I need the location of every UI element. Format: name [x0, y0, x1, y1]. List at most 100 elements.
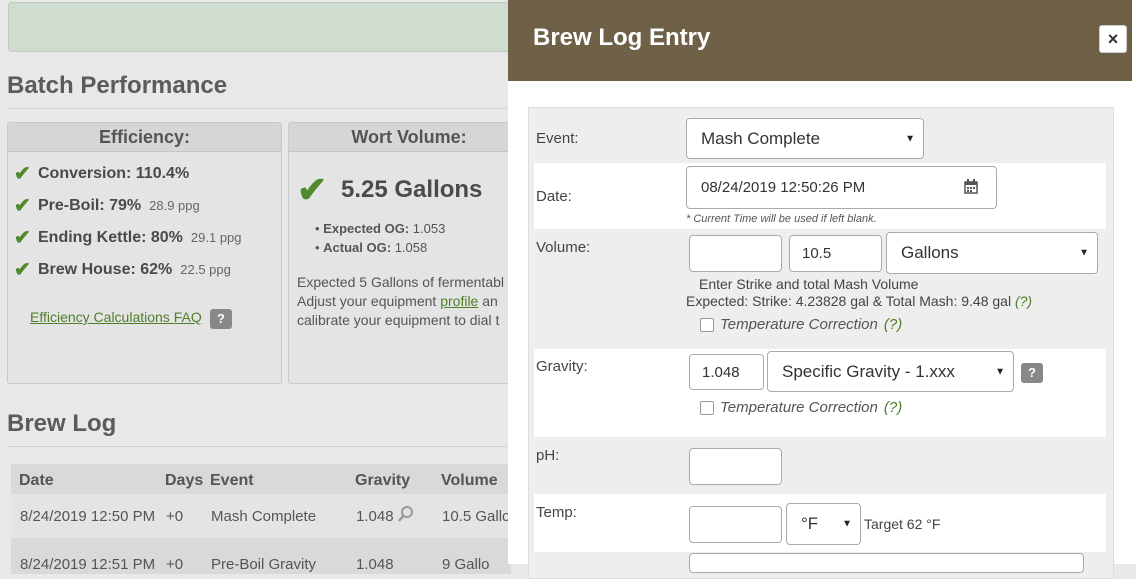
gravity-unit-value: Specific Gravity - 1.xxx: [782, 361, 955, 381]
column-header-gravity[interactable]: Gravity: [355, 472, 410, 490]
efficiency-row-label: Pre-Boil: 79%: [38, 196, 142, 214]
temp-unit-value: °F: [801, 514, 819, 533]
wort-volume-header: Wort Volume:: [289, 123, 529, 152]
temp-input[interactable]: [689, 506, 782, 543]
gravity-label: Gravity:: [536, 358, 588, 375]
efficiency-row: ✔ Conversion: 110.4%: [14, 161, 189, 186]
gravity-value: 1.048: [702, 363, 740, 381]
cell-volume: 10.5 Gallo: [442, 508, 511, 525]
volume-hint: Enter Strike and total Mash Volume: [699, 276, 919, 292]
help-link[interactable]: (?): [1015, 293, 1032, 309]
og-list: • Expected OG: 1.053 • Actual OG: 1.058: [315, 221, 445, 259]
check-icon: ✔: [14, 259, 31, 281]
column-header-volume[interactable]: Volume: [441, 472, 498, 490]
caret-down-icon: ▼: [905, 133, 915, 144]
alert-banner: [8, 2, 530, 52]
cell-volume: 9 Gallo: [442, 556, 490, 573]
expected-og: • Expected OG: 1.053: [315, 221, 446, 236]
total-volume-input[interactable]: 10.5: [789, 235, 882, 272]
cell-date: 8/24/2019 12:51 PM: [20, 556, 156, 573]
profile-link[interactable]: profile: [440, 293, 478, 309]
magnifier-icon[interactable]: [398, 506, 414, 522]
gravity-temperature-correction[interactable]: Temperature Correction (?): [700, 399, 902, 416]
volume-unit-select[interactable]: Gallons ▼: [886, 232, 1098, 274]
wort-text-line: Adjust your equipment profile an: [297, 292, 504, 311]
calendar-icon[interactable]: [964, 179, 978, 198]
expected-og-label: Expected OG:: [323, 221, 410, 236]
event-select-value: Mash Complete: [701, 128, 821, 148]
cell-event: Mash Complete: [211, 508, 317, 525]
help-link[interactable]: (?): [884, 316, 902, 333]
gravity-input[interactable]: 1.048: [689, 354, 764, 390]
actual-og: • Actual OG: 1.058: [315, 240, 428, 255]
efficiency-header: Efficiency:: [8, 123, 281, 152]
efficiency-row: ✔ Pre-Boil: 79% 28.9 ppg: [14, 193, 200, 218]
cell-gravity: 1.048: [356, 508, 394, 525]
efficiency-row: ✔ Ending Kettle: 80% 29.1 ppg: [14, 225, 242, 250]
caret-down-icon: ▼: [842, 518, 852, 530]
check-icon: ✔: [14, 195, 31, 217]
divider: [7, 446, 507, 447]
temp-unit-select[interactable]: °F ▼: [786, 503, 861, 545]
date-input[interactable]: 08/24/2019 12:50:26 PM: [686, 166, 997, 209]
total-volume-value: 10.5: [802, 245, 832, 262]
check-icon: ✔: [14, 163, 31, 185]
checkbox[interactable]: [700, 317, 714, 332]
caret-down-icon: ▼: [995, 366, 1005, 377]
volume-temperature-correction[interactable]: Temperature Correction (?): [700, 316, 902, 333]
temp-label: Temp:: [536, 504, 577, 521]
actual-og-label: Actual OG:: [323, 240, 392, 255]
date-note: * Current Time will be used if left blan…: [686, 213, 877, 225]
temp-correction-label: Temperature Correction: [720, 316, 878, 333]
check-icon: ✔: [14, 227, 31, 249]
help-link[interactable]: (?): [884, 399, 902, 416]
efficiency-row: ✔ Brew House: 62% 22.5 ppg: [14, 257, 231, 282]
efficiency-panel: Efficiency: ✔ Conversion: 110.4% ✔ Pre-Boi…: [7, 122, 282, 384]
wort-volume-text: 5.25 Gallons: [341, 176, 483, 203]
volume-unit-value: Gallons: [901, 243, 959, 262]
cell-event: Pre-Boil Gravity: [211, 556, 317, 573]
ph-input[interactable]: [689, 448, 782, 485]
cell-days: +0: [166, 508, 184, 525]
efficiency-row-ppg: 22.5 ppg: [180, 262, 231, 277]
actual-og-value: 1.058: [394, 240, 428, 255]
efficiency-row-ppg: 29.1 ppg: [190, 230, 242, 245]
event-label: Event:: [536, 130, 579, 147]
gravity-unit-select[interactable]: Specific Gravity - 1.xxx ▼: [767, 351, 1014, 392]
gravity-help-badge[interactable]: ?: [1021, 363, 1043, 383]
efficiency-row-label: Brew House: 62%: [38, 260, 173, 278]
column-header-date[interactable]: Date: [19, 472, 54, 490]
temp-correction-label: Temperature Correction: [720, 399, 878, 416]
efficiency-row-label: Ending Kettle: 80%: [38, 228, 183, 246]
faq-link-text[interactable]: Efficiency Calculations FAQ: [30, 309, 202, 325]
ph-label: pH:: [536, 447, 560, 464]
strike-volume-input[interactable]: [689, 235, 782, 272]
wort-text-part: Adjust your equipment: [297, 293, 441, 309]
efficiency-faq-link[interactable]: Efficiency Calculations FAQ: [30, 309, 202, 325]
help-badge[interactable]: ?: [210, 309, 232, 329]
caret-down-icon: ▼: [1079, 247, 1089, 259]
modal-title: Brew Log Entry: [533, 24, 711, 51]
cell-date: 8/24/2019 12:50 PM: [20, 508, 156, 525]
wort-volume-panel: Wort Volume: ✔ 5.25 Gallons • Expected OG…: [288, 122, 529, 384]
wort-volume-description: Expected 5 Gallons of fermentabl Adjust …: [297, 273, 504, 330]
brew-log-heading: Brew Log: [7, 410, 117, 437]
wort-volume-value: ✔ 5.25 Gallons: [297, 169, 482, 211]
efficiency-row-ppg: 28.9 ppg: [149, 198, 200, 213]
wort-text-part: an: [478, 293, 498, 309]
volume-expected-text: Expected: Strike: 4.23828 gal & Total Ma…: [686, 293, 1012, 309]
date-input-value: 08/24/2019 12:50:26 PM: [701, 179, 866, 196]
wort-text-line: Expected 5 Gallons of fermentabl: [297, 274, 505, 290]
expected-og-value: 1.053: [412, 221, 446, 236]
close-button[interactable]: ×: [1099, 25, 1127, 53]
event-select[interactable]: Mash Complete ▼: [686, 118, 924, 159]
date-label: Date:: [536, 188, 572, 205]
wort-text-line: calibrate your equipment to dial t: [297, 312, 500, 328]
volume-label: Volume:: [536, 239, 591, 256]
divider: [7, 108, 507, 109]
next-input[interactable]: [689, 553, 1084, 573]
checkbox[interactable]: [700, 400, 714, 415]
column-header-days[interactable]: Days: [165, 472, 203, 490]
cell-days: +0: [166, 556, 184, 573]
column-header-event[interactable]: Event: [210, 472, 254, 490]
